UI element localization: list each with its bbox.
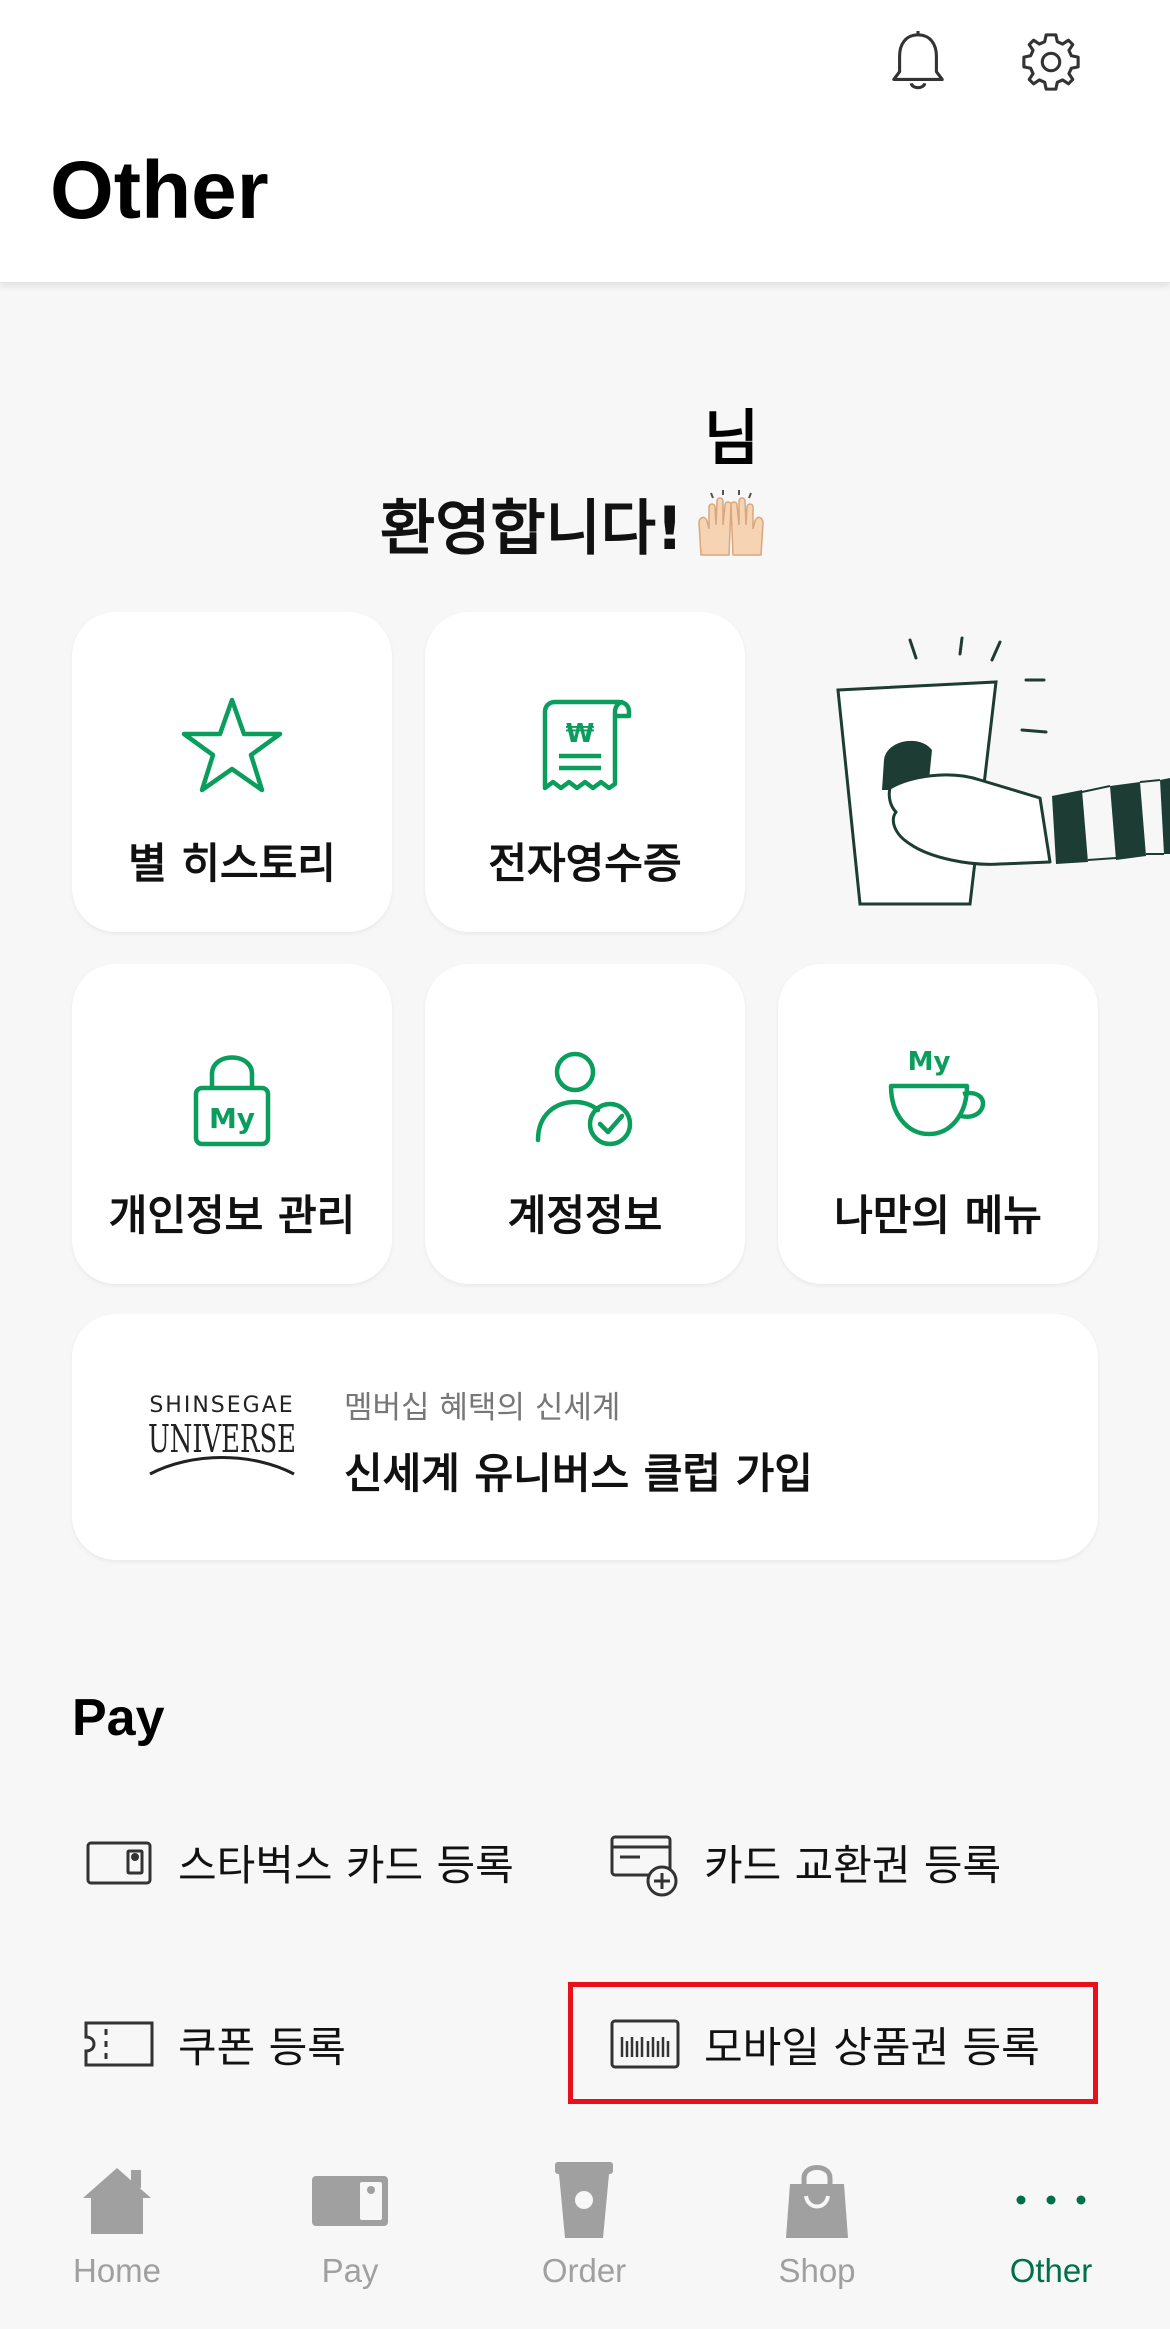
card-voucher-register[interactable]: 카드 교환권 등록 — [608, 1812, 1001, 1912]
privacy-tile[interactable]: My 개인정보 관리 — [72, 964, 392, 1284]
greeting-line: 환영합니다! — [380, 480, 771, 567]
user-name-suffix: 님 — [704, 404, 760, 474]
account-label: 계정정보 — [507, 1191, 663, 1240]
star-history-label: 별 히스토리 — [128, 839, 336, 888]
cup-my-icon: My — [778, 1044, 1098, 1154]
coupon-register-label: 쿠폰 등록 — [178, 2022, 346, 2072]
coupon-register[interactable]: 쿠폰 등록 — [82, 1994, 346, 2094]
svg-text:₩: ₩ — [566, 719, 595, 749]
star-history-tile[interactable]: 별 히스토리 — [72, 612, 392, 932]
card-voucher-register-label: 카드 교환권 등록 — [704, 1840, 1002, 1890]
gear-icon[interactable] — [1016, 24, 1086, 100]
hand-cup-illustration — [836, 636, 1170, 906]
tab-pay[interactable]: Pay — [250, 2154, 450, 2314]
cup-icon — [539, 2154, 629, 2246]
greeting-text: 환영합니다! — [380, 494, 684, 564]
account-tile[interactable]: 계정정보 — [425, 964, 745, 1284]
shinsegae-universe-logo: SHINSEGAE UNIVERSE — [148, 1393, 296, 1476]
shopping-bag-icon — [772, 2154, 862, 2246]
e-receipt-tile[interactable]: ₩ 전자영수증 — [425, 612, 745, 932]
header: Other — [0, 0, 1170, 283]
universe-title: 신세계 유니버스 클럽 가입 — [344, 1449, 813, 1498]
lock-my-icon: My — [72, 1044, 392, 1154]
star-icon — [72, 692, 392, 802]
svg-text:UNIVERSE: UNIVERSE — [148, 1417, 296, 1461]
e-receipt-label: 전자영수증 — [488, 839, 682, 888]
starbucks-card-register[interactable]: 스타벅스 카드 등록 — [82, 1812, 514, 1912]
highlight-box — [568, 1982, 1098, 2104]
universe-subtitle: 멤버십 혜택의 신세계 — [344, 1390, 621, 1426]
bell-icon[interactable] — [883, 24, 953, 100]
privacy-label: 개인정보 관리 — [108, 1191, 356, 1240]
home-icon — [72, 2154, 162, 2246]
tab-other[interactable]: Other — [951, 2154, 1151, 2314]
user-check-icon — [425, 1044, 745, 1154]
pay-section-title: Pay — [72, 1689, 165, 1747]
raising-hands-icon — [698, 489, 765, 556]
shinsegae-universe-banner[interactable]: SHINSEGAE UNIVERSE 멤버십 혜택의 신세계 신세계 유니버스 … — [72, 1314, 1098, 1560]
tab-shop-label: Shop — [778, 2252, 856, 2289]
tab-home[interactable]: Home — [17, 2154, 217, 2314]
svg-text:My: My — [908, 1047, 951, 1077]
coupon-icon — [84, 2021, 154, 2067]
tab-order-label: Order — [541, 2252, 627, 2289]
svg-text:SHINSEGAE: SHINSEGAE — [149, 1393, 294, 1418]
tab-pay-label: Pay — [321, 2252, 379, 2289]
card-add-icon — [610, 1835, 678, 1897]
more-dots-icon — [1006, 2154, 1096, 2246]
card-icon — [86, 1841, 152, 1885]
tab-shop[interactable]: Shop — [717, 2154, 917, 2314]
page-title: Other — [50, 145, 269, 236]
svg-text:My: My — [209, 1102, 255, 1135]
bottom-tab-bar: Home Pay Order Shop Other — [0, 2140, 1170, 2329]
starbucks-card-register-label: 스타벅스 카드 등록 — [178, 1840, 514, 1890]
my-menu-tile[interactable]: My 나만의 메뉴 — [778, 964, 1098, 1284]
tab-other-label: Other — [1009, 2252, 1093, 2289]
tab-home-label: Home — [72, 2252, 162, 2289]
my-menu-label: 나만의 메뉴 — [834, 1191, 1042, 1240]
tab-order[interactable]: Order — [484, 2154, 684, 2314]
receipt-icon: ₩ — [425, 692, 745, 802]
pay-card-icon — [305, 2154, 395, 2246]
